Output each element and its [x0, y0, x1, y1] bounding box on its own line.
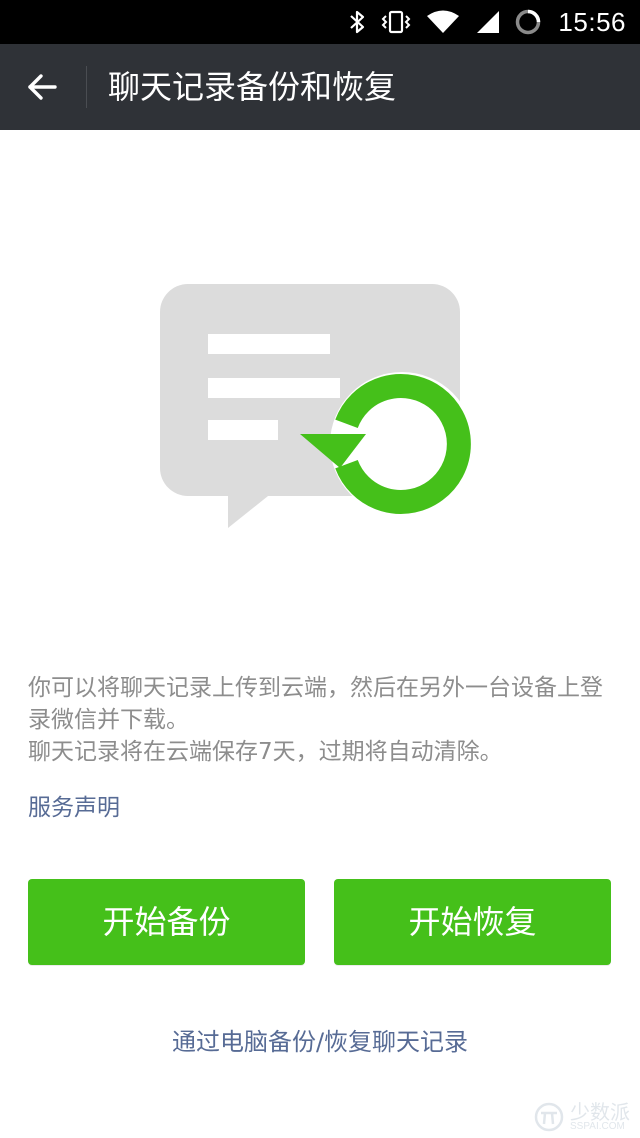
arrow-left-icon	[28, 74, 57, 100]
sync-icon	[516, 9, 541, 35]
pc-backup-restore-link[interactable]: 通过电脑备份/恢复聊天记录	[0, 1022, 640, 1057]
watermark-text: 少数派	[570, 1100, 630, 1124]
description-line-2: 聊天记录将在云端保存7天，过期将自动清除。	[28, 739, 503, 765]
back-button[interactable]	[16, 61, 68, 113]
status-time: 15:56	[558, 6, 626, 37]
status-bar: 15:56	[0, 0, 640, 44]
watermark: 少数派 SSPAI.COM	[532, 1102, 630, 1132]
page-title: 聊天记录备份和恢复	[108, 68, 397, 106]
signal-icon	[477, 11, 500, 33]
description: 你可以将聊天记录上传到云端，然后在另外一台设备上登录微信并下载。 聊天记录将在云…	[28, 672, 618, 768]
chat-backup-restore-icon	[150, 278, 490, 538]
start-restore-button[interactable]: 开始恢复	[334, 879, 611, 965]
bluetooth-icon	[350, 10, 365, 34]
watermark-subtext: SSPAI.COM	[570, 1121, 625, 1132]
service-statement-link[interactable]: 服务声明	[28, 788, 120, 822]
status-icons: 15:56	[348, 0, 626, 44]
start-backup-button[interactable]: 开始备份	[28, 879, 305, 965]
vibrate-icon	[382, 10, 411, 34]
sspai-logo-icon	[534, 1102, 564, 1132]
watermark-text-block: 少数派 SSPAI.COM	[570, 1102, 630, 1132]
header-divider	[86, 66, 87, 108]
wifi-icon	[427, 10, 460, 33]
description-line-1: 你可以将聊天记录上传到云端，然后在另外一台设备上登录微信并下载。	[28, 675, 603, 733]
action-bar: 聊天记录备份和恢复	[0, 44, 640, 130]
